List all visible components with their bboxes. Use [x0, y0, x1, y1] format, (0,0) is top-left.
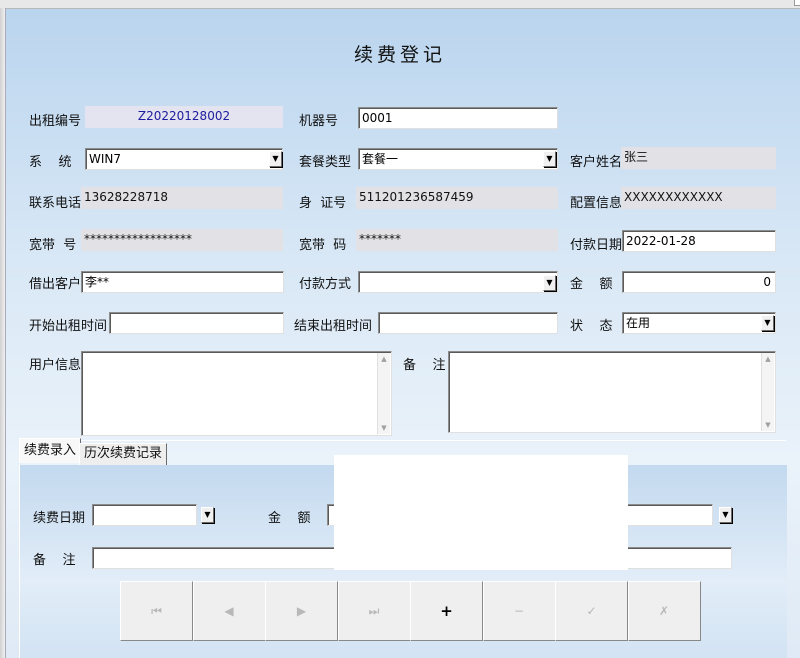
system-dropdown-icon[interactable]: ▼ [269, 151, 282, 167]
scroll-down-icon[interactable]: ▼ [762, 419, 774, 431]
broadband-account-value: ****************** [81, 229, 283, 251]
customer-name-label: 客户姓名 [570, 155, 623, 170]
amount-label: 金 额 [570, 277, 613, 292]
config-label: 配置信息 [570, 196, 623, 211]
start-time-input[interactable] [109, 312, 284, 334]
borrower-label: 借出客户 [29, 277, 82, 292]
system-select[interactable]: WIN7 [85, 148, 283, 170]
end-time-label: 结束出租时间 [294, 319, 373, 334]
first-record-button[interactable]: ⏮ [120, 581, 193, 641]
rental-no-value: Z20220128002 [85, 106, 283, 128]
scroll-up-icon[interactable]: ▲ [762, 353, 774, 365]
delete-record-button[interactable]: − [482, 581, 556, 641]
borrower-input[interactable]: 李** [81, 271, 284, 293]
remark-scrollbar[interactable]: ▲ ▼ [761, 353, 774, 431]
window-left-border [0, 8, 6, 658]
remark-label: 备 注 [403, 358, 446, 373]
package-type-value: 套餐一 [362, 152, 399, 166]
scroll-down-icon[interactable]: ▼ [378, 422, 390, 434]
delete-record-icon: − [513, 604, 525, 618]
window-top-border [0, 0, 800, 9]
add-record-icon: + [440, 602, 453, 620]
renewal-amount-dropdown-icon[interactable]: ▼ [719, 507, 732, 523]
config-value: XXXXXXXXXXXX [621, 187, 776, 209]
renewal-date-label: 续费日期 [33, 511, 86, 526]
id-no-label: 身 证号 [299, 196, 347, 211]
id-no-value: 511201236587459 [356, 187, 558, 209]
tab-renewal-history[interactable]: 历次续费记录 [79, 443, 168, 465]
package-type-select[interactable]: 套餐一 [358, 148, 558, 170]
amount-input[interactable]: 0 [622, 271, 776, 293]
tab-renewal-entry[interactable]: 续费录入 [19, 438, 82, 463]
prev-record-icon: ◀ [224, 604, 234, 618]
broadband-password-value: ******* [356, 229, 558, 251]
machine-no-label: 机器号 [299, 114, 339, 129]
cancel-record-button[interactable]: ✗ [627, 581, 701, 641]
package-type-label: 套餐类型 [299, 155, 352, 170]
prev-record-button[interactable]: ◀ [192, 581, 266, 641]
window-corner [794, 0, 800, 6]
system-label: 系 统 [29, 155, 72, 170]
add-record-button[interactable]: + [410, 581, 483, 641]
broadband-account-label: 宽带 号 [29, 238, 77, 253]
renewal-date-dropdown-icon[interactable]: ▼ [201, 507, 214, 523]
remark-textarea[interactable]: ▲ ▼ [448, 351, 776, 433]
status-label: 状 态 [570, 319, 613, 334]
first-record-icon: ⏮ [151, 604, 162, 618]
confirm-record-button[interactable]: ✓ [555, 581, 628, 641]
page-title: 续费登记 [353, 44, 446, 66]
cancel-record-icon: ✗ [658, 604, 670, 618]
status-dropdown-icon[interactable]: ▼ [761, 315, 774, 331]
pay-date-input[interactable]: 2022-01-28 [622, 230, 776, 252]
renewal-remark-label: 备 注 [33, 553, 76, 568]
broadband-password-label: 宽带 码 [299, 238, 347, 253]
redacted-area [334, 455, 628, 570]
next-record-icon: ▶ [296, 604, 307, 618]
start-time-label: 开始出租时间 [29, 319, 108, 334]
user-info-scrollbar[interactable]: ▲ ▼ [377, 353, 390, 434]
status-select[interactable]: 在用 [622, 312, 776, 334]
customer-name-value: 张三 [621, 147, 776, 169]
user-info-textarea[interactable]: ▲ ▼ [81, 351, 392, 436]
pay-method-label: 付款方式 [299, 277, 352, 292]
rental-no-label: 出租编号 [29, 114, 82, 129]
user-info-label: 用户信息 [29, 358, 82, 373]
phone-label: 联系电话 [29, 196, 82, 211]
scroll-up-icon[interactable]: ▲ [378, 353, 390, 365]
renewal-date-input[interactable] [92, 504, 197, 526]
machine-no-input[interactable]: 0001 [358, 107, 558, 129]
package-type-dropdown-icon[interactable]: ▼ [543, 151, 556, 167]
system-value: WIN7 [89, 152, 122, 166]
phone-value: 13628228718 [81, 187, 283, 209]
pay-method-dropdown-icon[interactable]: ▼ [543, 275, 556, 291]
confirm-record-icon: ✓ [586, 604, 597, 618]
last-record-icon: ⏭ [368, 604, 380, 618]
pay-method-select[interactable] [358, 271, 558, 293]
status-value: 在用 [626, 316, 651, 330]
next-record-button[interactable]: ▶ [265, 581, 338, 641]
end-time-input[interactable] [378, 312, 558, 334]
last-record-button[interactable]: ⏭ [337, 581, 411, 641]
renewal-amount-label: 金 额 [268, 511, 311, 526]
pay-date-label: 付款日期 [570, 238, 623, 253]
